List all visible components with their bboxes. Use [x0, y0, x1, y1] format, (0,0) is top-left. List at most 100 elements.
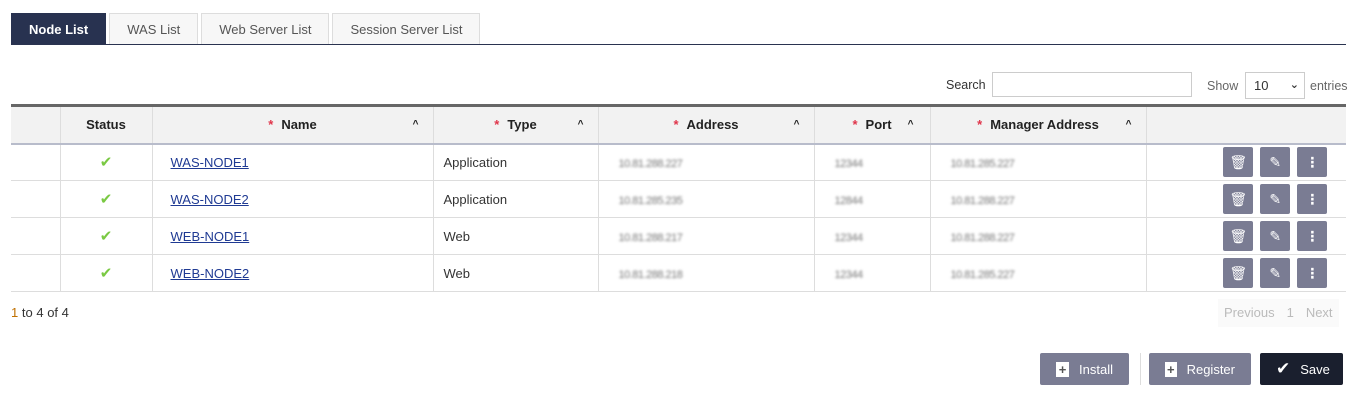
manager-address-cell: 10.81.285.227 [929, 254, 1146, 292]
col-type[interactable]: * Type ^ [432, 105, 598, 145]
entries-value: 10 [1254, 78, 1269, 93]
pencil-icon: ✎ [1269, 264, 1282, 281]
more-button[interactable]: ⋮ [1297, 221, 1328, 251]
node-link[interactable]: WAS-NODE1 [163, 155, 249, 170]
pencil-icon: ✎ [1269, 227, 1282, 244]
status-cell: ✔ [59, 180, 152, 218]
pagination: Previous 1 Next [1218, 299, 1339, 327]
pencil-icon: ✎ [1269, 153, 1282, 170]
col-name[interactable]: * Name ^ [151, 105, 433, 145]
save-button[interactable]: ✔ Save [1260, 353, 1343, 385]
col-manager-label: Manager Address [990, 117, 1099, 133]
next-button[interactable]: Next [1300, 299, 1339, 327]
manager-address-cell: 10.81.288.227 [929, 217, 1146, 255]
port-cell: 12344 [813, 143, 930, 181]
port-cell: 12844 [813, 180, 930, 218]
sort-icon: ^ [412, 119, 419, 130]
table-row[interactable]: ✔ WAS-NODE1 Application 10.81.288.227 12… [11, 143, 1346, 181]
col-address[interactable]: * Address ^ [597, 105, 814, 145]
more-vertical-icon: ⋮ [1305, 264, 1320, 281]
delete-button[interactable]: 🗑 [1223, 184, 1254, 214]
check-icon: ✔ [99, 154, 113, 172]
status-cell: ✔ [59, 143, 152, 181]
row-select[interactable] [11, 180, 60, 218]
delete-button[interactable]: 🗑 [1223, 147, 1254, 178]
type-cell: Application [432, 180, 598, 218]
trash-icon: 🗑 [1229, 264, 1248, 281]
page-1-button[interactable]: 1 [1281, 299, 1300, 327]
sort-icon: ^ [577, 119, 584, 130]
col-select [11, 105, 60, 145]
more-button[interactable]: ⋮ [1297, 184, 1328, 214]
table-row[interactable]: ✔ WAS-NODE2 Application 10.81.285.235 12… [11, 180, 1346, 218]
tab-node-list[interactable]: Node List [11, 13, 107, 44]
pencil-icon: ✎ [1269, 190, 1282, 207]
address-cell: 10.81.285.235 [597, 180, 814, 218]
node-link[interactable]: WAS-NODE2 [163, 192, 249, 207]
col-address-label: Address [686, 117, 739, 133]
plus-icon: + [1165, 361, 1177, 377]
col-status[interactable]: Status [59, 105, 152, 145]
actions-cell: 🗑 ✎ ⋮ [1145, 217, 1346, 255]
tab-was-list[interactable]: WAS List [109, 13, 199, 44]
port-cell: 12344 [813, 217, 930, 255]
name-cell: WAS-NODE1 [151, 143, 433, 181]
name-cell: WEB-NODE1 [151, 217, 433, 255]
node-table: Status * Name ^ * Type ^ * Address ^ * Port ^ * M… [11, 104, 1346, 292]
row-select[interactable] [11, 254, 60, 292]
sort-icon: ^ [907, 119, 914, 130]
check-icon: ✔ [99, 228, 113, 245]
delete-button[interactable]: 🗑 [1223, 258, 1254, 288]
install-button[interactable]: + Install [1040, 353, 1129, 385]
previous-button[interactable]: Previous [1218, 299, 1281, 327]
col-manager-address[interactable]: * Manager Address ^ [929, 105, 1146, 145]
entries-label: entries [1310, 79, 1348, 93]
sort-icon: ^ [1125, 119, 1132, 130]
type-cell: Application [432, 143, 598, 181]
edit-button[interactable]: ✎ [1260, 184, 1291, 214]
plus-icon: + [1056, 361, 1070, 377]
actions-cell: 🗑 ✎ ⋮ [1145, 180, 1346, 218]
tab-session-server-list[interactable]: Session Server List [332, 13, 481, 44]
search-input[interactable] [992, 72, 1192, 97]
table-info: 1 to 4 of 4 [11, 305, 69, 320]
address-cell: 10.81.288.227 [597, 143, 814, 181]
type-cell: Web [432, 217, 598, 255]
name-cell: WAS-NODE2 [151, 180, 433, 218]
status-cell: ✔ [59, 254, 152, 292]
row-select[interactable] [11, 217, 60, 255]
row-select[interactable] [11, 143, 60, 181]
sort-icon: ^ [793, 119, 800, 130]
entries-select[interactable]: 10 ⌄ [1245, 72, 1305, 99]
more-button[interactable]: ⋮ [1297, 258, 1328, 288]
col-name-label: Name [281, 117, 317, 133]
col-port[interactable]: * Port ^ [813, 105, 930, 145]
edit-button[interactable]: ✎ [1260, 221, 1291, 251]
status-cell: ✔ [59, 217, 152, 255]
edit-button[interactable]: ✎ [1260, 147, 1291, 178]
edit-button[interactable]: ✎ [1260, 258, 1291, 288]
col-actions [1145, 105, 1346, 145]
trash-icon: 🗑 [1229, 153, 1248, 170]
node-link[interactable]: WEB-NODE1 [163, 229, 250, 244]
manager-address-cell: 10.81.288.227 [929, 180, 1146, 218]
trash-icon: 🗑 [1229, 190, 1248, 207]
actions-cell: 🗑 ✎ ⋮ [1145, 143, 1346, 181]
name-cell: WEB-NODE2 [151, 254, 433, 292]
actions-cell: 🗑 ✎ ⋮ [1145, 254, 1346, 292]
node-link[interactable]: WEB-NODE2 [163, 266, 250, 281]
tab-web-server-list[interactable]: Web Server List [201, 13, 330, 44]
check-icon: ✔ [99, 191, 113, 208]
check-icon: ✔ [99, 265, 113, 282]
address-cell: 10.81.288.218 [597, 254, 814, 292]
register-button[interactable]: + Register [1149, 353, 1251, 385]
more-button[interactable]: ⋮ [1297, 147, 1328, 178]
type-cell: Web [432, 254, 598, 292]
col-type-label: Type [507, 117, 537, 133]
divider [1140, 353, 1141, 385]
table-row[interactable]: ✔ WEB-NODE2 Web 10.81.288.218 12344 10.8… [11, 254, 1346, 292]
delete-button[interactable]: 🗑 [1223, 221, 1254, 251]
trash-icon: 🗑 [1229, 227, 1248, 244]
more-vertical-icon: ⋮ [1305, 153, 1320, 170]
table-row[interactable]: ✔ WEB-NODE1 Web 10.81.288.217 12344 10.8… [11, 217, 1346, 255]
